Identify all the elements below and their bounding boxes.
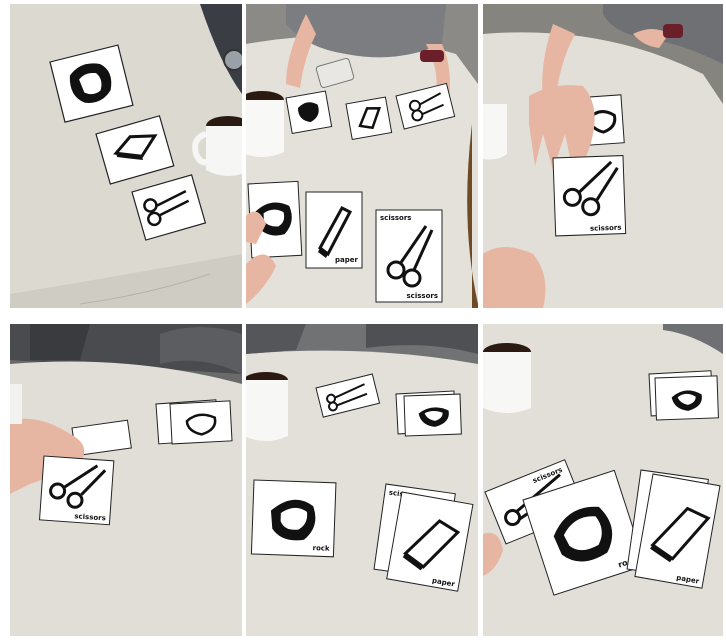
card-label: scissors (380, 214, 411, 222)
card-label: rock (312, 544, 330, 553)
scissors-card: scissors (39, 455, 115, 526)
photo-6-scene: scissors rock paper (483, 324, 723, 636)
card-label: paper (335, 256, 358, 264)
photo-4-scene: scissors (10, 324, 242, 636)
card-label: scissors (590, 224, 622, 233)
photo-2: paper scissors scissors (246, 4, 478, 308)
photo-3: scissors (483, 4, 723, 308)
photo-5: rock scissors paper (246, 324, 478, 636)
paper-card: paper (386, 491, 474, 592)
scissors-card: scissors scissors (375, 209, 443, 303)
paper-card: paper (305, 191, 363, 269)
photo-1 (10, 4, 242, 308)
photo-6: scissors rock paper (483, 324, 723, 636)
rock-card: rock (250, 479, 337, 558)
photo-2-scene: paper scissors scissors (246, 4, 478, 308)
photo-3-scene: scissors (483, 4, 723, 308)
photo-grid: paper scissors scissors scissors scissor… (0, 0, 726, 640)
card-label: scissors (407, 292, 438, 300)
scissors-card: scissors (552, 155, 627, 237)
photo-5-scene: rock scissors paper (246, 324, 478, 636)
photo-1-scene (10, 4, 242, 308)
photo-4: scissors (10, 324, 242, 636)
